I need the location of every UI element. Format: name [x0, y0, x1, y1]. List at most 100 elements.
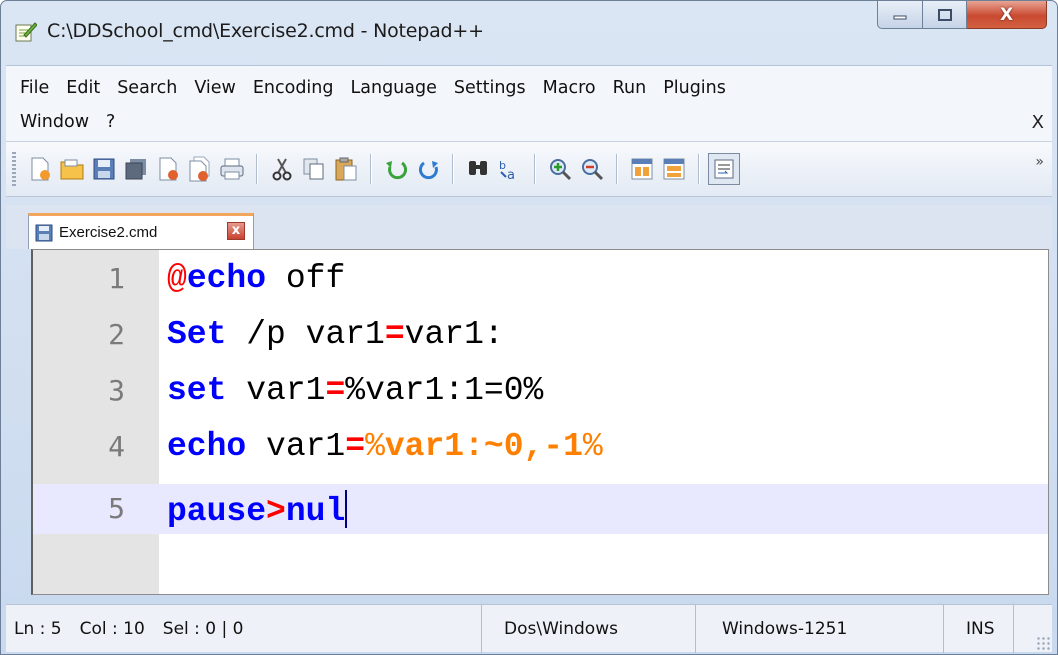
new-file-icon: [31, 157, 50, 181]
status-eol[interactable]: Dos\Windows: [482, 605, 696, 653]
token: =: [345, 428, 366, 465]
close-document-button[interactable]: X: [1032, 112, 1044, 133]
text-caret: [345, 490, 348, 528]
zoom-in-button[interactable]: [544, 153, 576, 185]
cut-button[interactable]: [266, 153, 298, 185]
toolbar-separator: [534, 154, 536, 184]
menu-file[interactable]: File: [6, 78, 49, 98]
status-column: Col : 10: [79, 619, 145, 639]
toolbar-grip[interactable]: [12, 152, 16, 188]
minimize-icon: [893, 15, 907, 19]
toolbar-separator: [452, 154, 454, 184]
print-button[interactable]: [216, 153, 248, 185]
line-number: 1: [108, 262, 125, 295]
save-all-button[interactable]: [120, 153, 152, 185]
zoom-out-button[interactable]: [576, 153, 608, 185]
close-icon: X: [999, 4, 1014, 25]
word-wrap-button[interactable]: [708, 153, 740, 185]
svg-text:b: b: [499, 159, 506, 172]
menu-search[interactable]: Search: [103, 78, 177, 98]
replace-icon: ba: [499, 159, 515, 181]
line-number: 2: [108, 318, 125, 351]
title-bar[interactable]: C:\DDSchool_cmd\Exercise2.cmd - Notepad+…: [1, 1, 1057, 63]
toolbar-separator: [616, 154, 618, 184]
token: var1:~0,-1: [384, 428, 583, 465]
minimize-button[interactable]: [877, 1, 923, 29]
maximize-icon: [937, 8, 952, 21]
open-file-icon: [60, 159, 84, 180]
status-encoding-label: Windows-1251: [722, 619, 848, 639]
sync-vertical-icon: [631, 158, 653, 180]
zoom-in-icon: [550, 159, 572, 181]
copy-icon: [303, 158, 324, 180]
token: Set: [167, 316, 227, 353]
line-number: 5: [108, 492, 125, 525]
save-all-icon: [125, 159, 146, 180]
new-file-button[interactable]: [24, 153, 56, 185]
status-bar: Ln : 5 Col : 10 Sel : 0 | 0 Dos\Windows …: [6, 604, 1052, 653]
paste-icon: [335, 157, 357, 181]
close-window-button[interactable]: X: [967, 1, 1047, 29]
copy-button[interactable]: [298, 153, 330, 185]
replace-button[interactable]: ba: [494, 153, 526, 185]
code-text: echo var1=%var1:~0,-1%: [167, 428, 603, 465]
sync-vertical-button[interactable]: [626, 153, 658, 185]
code-line: 2 Set /p var1=var1:: [33, 310, 1048, 360]
menu-edit[interactable]: Edit: [52, 78, 100, 98]
menu-window[interactable]: Window: [6, 112, 89, 132]
tab-close-button[interactable]: x: [227, 222, 245, 240]
token: =: [325, 372, 346, 409]
menu-bar: File Edit Search View Encoding Language …: [6, 65, 1052, 141]
tab-exercise2-cmd[interactable]: Exercise2.cmd x: [28, 213, 254, 249]
paste-button[interactable]: [330, 153, 362, 185]
line-number: 3: [108, 374, 125, 407]
notepadpp-app-icon: [15, 22, 37, 42]
code-text: @echo off: [167, 260, 346, 297]
token: echo: [186, 260, 267, 297]
menu-macro[interactable]: Macro: [529, 78, 596, 98]
maximize-button[interactable]: [923, 1, 967, 29]
status-insert-label: INS: [966, 619, 995, 639]
notepadpp-window: C:\DDSchool_cmd\Exercise2.cmd - Notepad+…: [0, 0, 1058, 655]
toolbar-separator: [256, 154, 258, 184]
status-line: Ln : 5: [14, 619, 62, 639]
token: %: [365, 428, 385, 465]
token: =: [384, 316, 405, 353]
line-number: 4: [108, 430, 125, 463]
status-encoding[interactable]: Windows-1251: [696, 605, 944, 653]
resize-grip[interactable]: [1036, 636, 1050, 650]
menu-run[interactable]: Run: [599, 78, 647, 98]
redo-icon: [419, 161, 438, 180]
status-eol-label: Dos\Windows: [504, 619, 618, 639]
menu-help[interactable]: ?: [92, 112, 115, 132]
close-all-button[interactable]: [184, 153, 216, 185]
token: %: [582, 428, 603, 465]
status-insert-mode[interactable]: INS: [944, 605, 1014, 653]
menu-encoding[interactable]: Encoding: [239, 78, 334, 98]
current-code-line: 5 pause>nul: [33, 484, 1048, 534]
menu-plugins[interactable]: Plugins: [649, 78, 726, 98]
token: nul: [285, 493, 346, 530]
code-line: 4 echo var1=%var1:~0,-1%: [33, 422, 1048, 472]
caption-buttons: X: [877, 1, 1047, 31]
code-editor[interactable]: 1 @echo off 2 Set /p var1=var1: 3 set va…: [31, 249, 1049, 595]
code-line: 1 @echo off: [33, 254, 1048, 304]
toolbar-separator: [370, 154, 372, 184]
cut-icon: [272, 158, 292, 181]
save-button[interactable]: [88, 153, 120, 185]
menu-settings[interactable]: Settings: [440, 78, 526, 98]
menu-language[interactable]: Language: [337, 78, 437, 98]
open-file-button[interactable]: [56, 153, 88, 185]
close-file-button[interactable]: [152, 153, 184, 185]
menu-view[interactable]: View: [180, 78, 236, 98]
tab-strip: Exercise2.cmd x: [6, 205, 1052, 249]
undo-button[interactable]: [380, 153, 412, 185]
redo-button[interactable]: [412, 153, 444, 185]
sync-horizontal-button[interactable]: [658, 153, 690, 185]
code-text: pause>nul: [167, 490, 348, 530]
toolbar-overflow-button[interactable]: »: [1035, 154, 1044, 170]
toolbar-separator: [698, 154, 700, 184]
code-line: 3 set var1=%var1:1=0%: [33, 366, 1048, 416]
find-button[interactable]: [462, 153, 494, 185]
print-icon: [220, 158, 244, 180]
